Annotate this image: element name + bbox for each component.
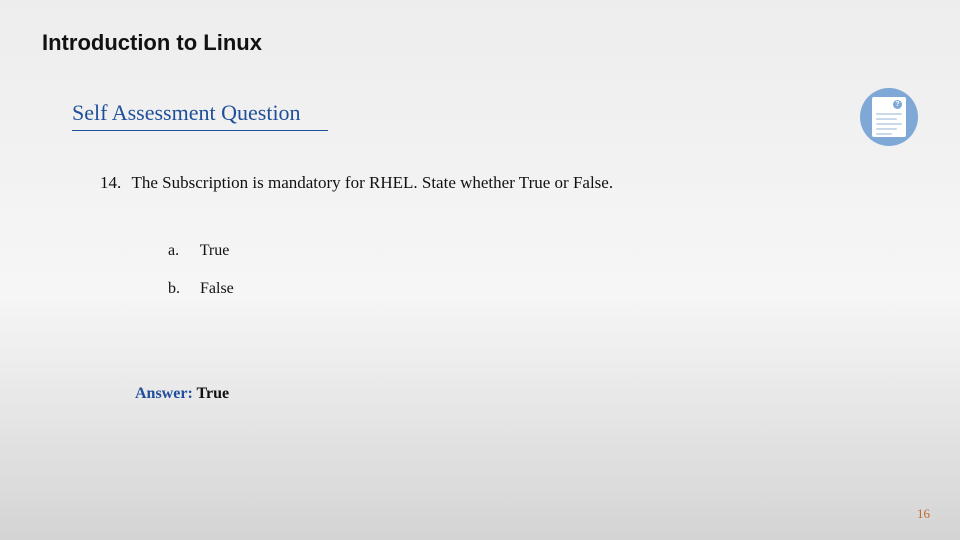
answer-label: Answer:	[135, 385, 196, 402]
answer-line: Answer: True	[135, 385, 229, 403]
page-number: 16	[917, 506, 930, 522]
question-badge-icon: ?	[860, 88, 918, 146]
option-b: b. False	[168, 280, 234, 298]
question-body: The Subscription is mandatory for RHEL. …	[132, 173, 614, 192]
option-letter: a.	[168, 242, 196, 260]
option-text: False	[200, 280, 234, 297]
answer-value: True	[196, 385, 229, 402]
options-list: a. True b. False	[168, 242, 234, 318]
question-text: 14. The Subscription is mandatory for RH…	[100, 173, 613, 193]
option-letter: b.	[168, 280, 196, 298]
badge-document-icon: ?	[872, 97, 906, 137]
page-title: Introduction to Linux	[42, 30, 262, 56]
badge-question-mark-icon: ?	[893, 100, 902, 109]
option-a: a. True	[168, 242, 234, 260]
slide: Introduction to Linux Self Assessment Qu…	[0, 0, 960, 540]
section-heading-underline	[72, 130, 328, 131]
option-text: True	[200, 242, 230, 259]
question-number: 14.	[100, 173, 121, 192]
section-heading: Self Assessment Question	[72, 100, 301, 126]
